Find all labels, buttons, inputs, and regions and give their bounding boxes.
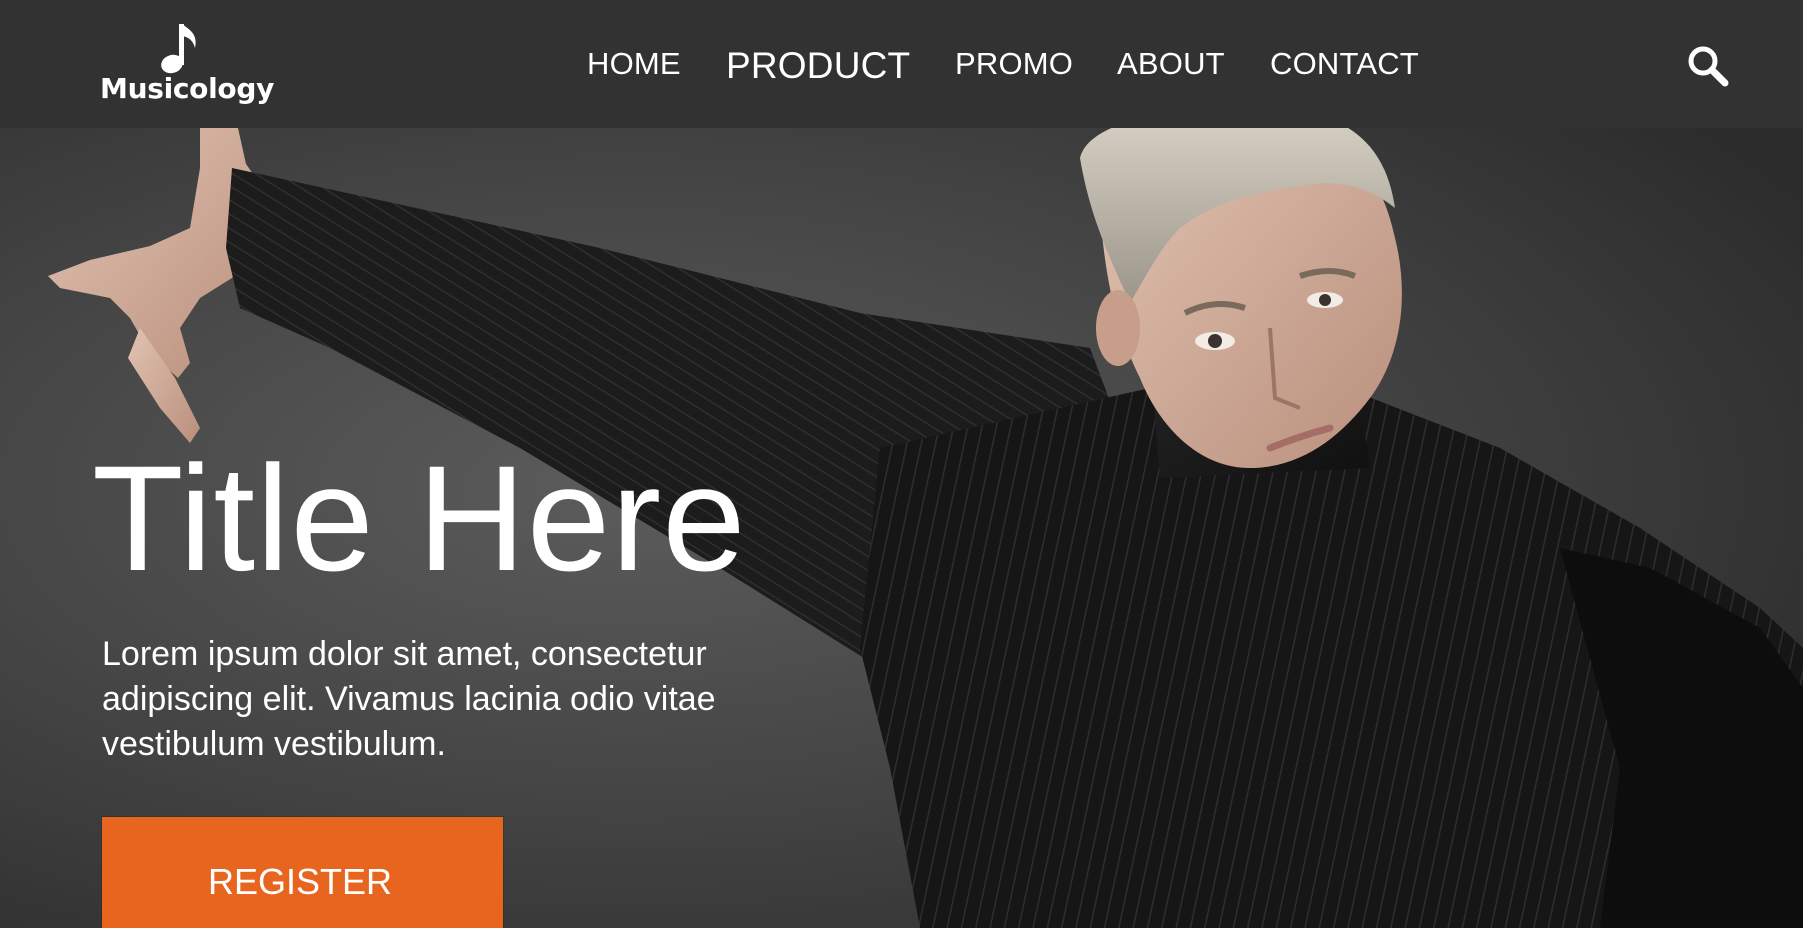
landing-page: Musicology HOME PRODUCT PROMO ABOUT CONT…	[0, 0, 1803, 928]
search-button[interactable]	[1686, 44, 1730, 88]
hero-section: Title Here Lorem ipsum dolor sit amet, c…	[0, 128, 1803, 928]
nav-item-promo[interactable]: PROMO	[955, 42, 1073, 86]
nav-item-about[interactable]: ABOUT	[1117, 42, 1225, 86]
nav-item-contact[interactable]: CONTACT	[1270, 42, 1419, 86]
hero-description: Lorem ipsum dolor sit amet, consectetur …	[102, 635, 716, 763]
search-icon	[1688, 46, 1729, 87]
logo-text: Musicology	[100, 72, 275, 105]
logo-link[interactable]: Musicology	[96, 20, 274, 112]
nav-item-product[interactable]: PRODUCT	[726, 44, 910, 88]
navbar: Musicology HOME PRODUCT PROMO ABOUT CONT…	[0, 0, 1803, 128]
hero-title: Title Here	[92, 434, 747, 602]
music-note-icon	[161, 24, 196, 74]
nav-item-home[interactable]: HOME	[587, 42, 681, 86]
register-button[interactable]: REGISTER	[102, 817, 503, 928]
